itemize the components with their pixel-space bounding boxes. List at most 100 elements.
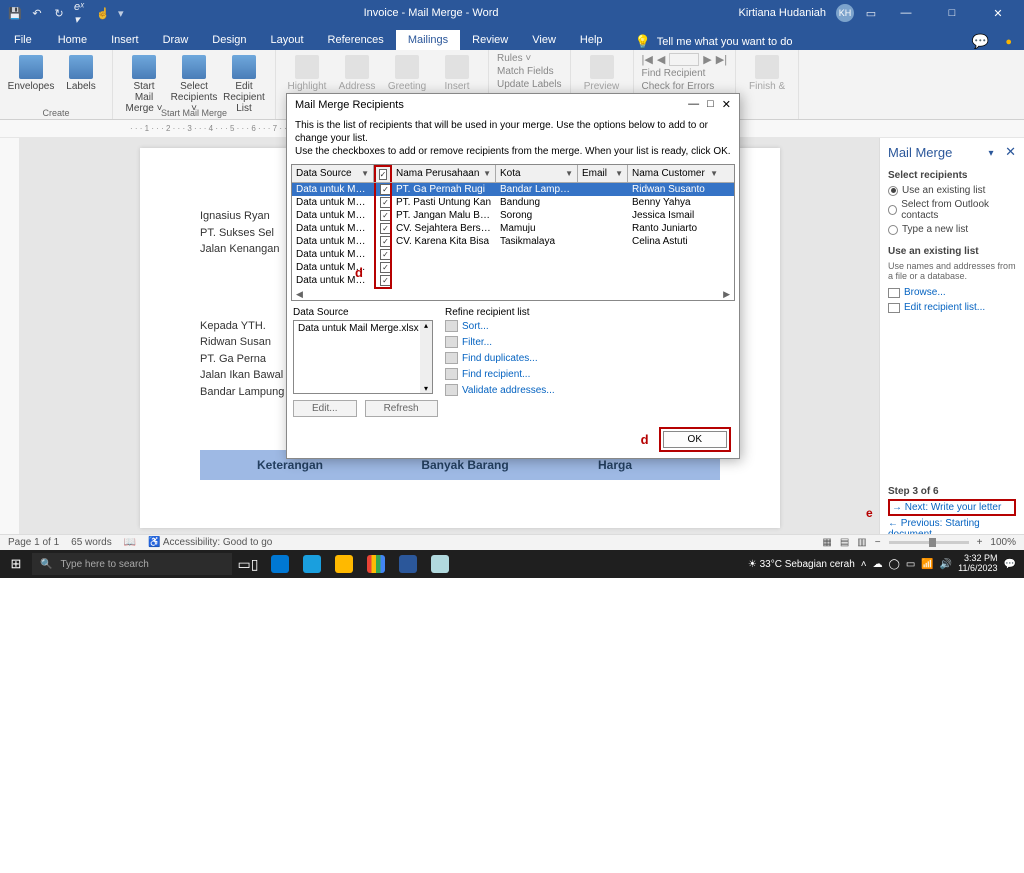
zoom-out-icon[interactable]: − xyxy=(875,537,881,548)
web-layout-icon[interactable]: ▥ xyxy=(857,537,866,548)
labels-button[interactable]: Labels xyxy=(58,53,104,94)
cell-checkbox[interactable]: ✓ xyxy=(374,261,392,274)
browse-link[interactable]: Browse... xyxy=(888,287,1016,298)
cell-checkbox[interactable]: ✓ xyxy=(374,209,392,222)
close-button[interactable]: ✕ xyxy=(980,0,1016,26)
cell-checkbox[interactable]: ✓ xyxy=(374,196,392,209)
edit-list-link[interactable]: Edit recipient list... xyxy=(888,302,1016,313)
tray-chevron-icon[interactable]: ˄ xyxy=(861,559,867,570)
tab-layout[interactable]: Layout xyxy=(259,30,316,50)
find-recipient-link[interactable]: Find recipient... xyxy=(445,368,733,380)
tab-review[interactable]: Review xyxy=(460,30,520,50)
start-mail-merge-button[interactable]: Start Mail Merge ˅ xyxy=(121,53,167,116)
tab-file[interactable]: File xyxy=(0,30,46,50)
taskbar-search[interactable]: 🔍 Type here to search xyxy=(32,553,232,575)
validate-link[interactable]: Validate addresses... xyxy=(445,384,733,396)
ribbon-options-icon[interactable]: ▭ xyxy=(864,6,878,20)
th-email[interactable]: Email▼ xyxy=(578,165,628,182)
page-indicator[interactable]: Page 1 of 1 xyxy=(8,537,59,548)
refresh-button[interactable]: Refresh xyxy=(365,400,438,417)
redo-icon[interactable]: ↻ xyxy=(52,6,66,20)
tab-draw[interactable]: Draw xyxy=(151,30,201,50)
taskbar-app[interactable] xyxy=(332,552,356,576)
sort-link[interactable]: Sort... xyxy=(445,320,733,332)
tab-home[interactable]: Home xyxy=(46,30,99,50)
cell-checkbox[interactable]: ✓ xyxy=(374,183,392,196)
tell-me-search[interactable]: 💡 Tell me what you want to do xyxy=(635,34,793,50)
notifications-icon[interactable]: 💬 xyxy=(1004,559,1016,570)
maximize-button[interactable]: □ xyxy=(934,0,970,26)
accessibility-status[interactable]: ♿ Accessibility: Good to go xyxy=(148,537,272,548)
tab-mailings[interactable]: Mailings xyxy=(396,30,460,50)
touch-icon[interactable]: ☝ xyxy=(96,6,110,20)
read-mode-icon[interactable]: ▦ xyxy=(822,537,831,548)
data-source-item[interactable]: Data untuk Mail Merge.xlsx xyxy=(298,323,419,334)
onedrive-icon[interactable]: ☁ xyxy=(873,559,883,570)
tab-view[interactable]: View xyxy=(520,30,568,50)
avatar[interactable]: KH xyxy=(836,4,854,22)
radio-outlook[interactable]: Select from Outlook contacts xyxy=(888,199,1016,221)
word-count[interactable]: 65 words xyxy=(71,537,112,548)
filter-link[interactable]: Filter... xyxy=(445,336,733,348)
radio-new-list[interactable]: Type a new list xyxy=(888,224,1016,235)
cell-checkbox[interactable]: ✓ xyxy=(374,235,392,248)
vertical-ruler[interactable] xyxy=(0,138,20,546)
zoom-slider[interactable] xyxy=(889,541,969,544)
table-row[interactable]: Data untuk Mail ...✓CV. Karena Kita Bisa… xyxy=(292,235,734,248)
comments-icon[interactable]: ● xyxy=(1005,36,1012,48)
wifi-icon[interactable]: 📶 xyxy=(921,559,933,570)
start-button[interactable]: ⊞ xyxy=(0,556,32,572)
edit-recipient-list-button[interactable]: Edit Recipient List xyxy=(221,53,267,116)
minimize-button[interactable]: — xyxy=(888,0,924,26)
cell-checkbox[interactable]: ✓ xyxy=(374,274,392,289)
taskbar-app[interactable] xyxy=(268,552,292,576)
th-checkbox[interactable]: ✓ xyxy=(374,165,392,182)
envelopes-button[interactable]: Envelopes xyxy=(8,53,54,94)
dialog-close-icon[interactable]: ✕ xyxy=(722,98,731,111)
undo-icon[interactable]: ↶ xyxy=(30,6,44,20)
select-recipients-button[interactable]: Select Recipients ˅ xyxy=(171,53,217,116)
radio-existing-list[interactable]: Use an existing list xyxy=(888,185,1016,196)
taskbar-app[interactable] xyxy=(428,552,452,576)
table-scrollbar[interactable]: ◀▶ xyxy=(292,289,734,300)
task-view-icon[interactable]: ▭▯ xyxy=(236,552,260,576)
tab-references[interactable]: References xyxy=(316,30,396,50)
ok-button[interactable]: OK xyxy=(663,431,727,448)
zoom-level[interactable]: 100% xyxy=(990,537,1016,548)
taskbar-word-icon[interactable] xyxy=(396,552,420,576)
data-source-listbox[interactable]: Data untuk Mail Merge.xlsx ▴▾ xyxy=(293,320,433,394)
th-nama-perusahaan[interactable]: Nama Perusahaan▼ xyxy=(392,165,496,182)
clock[interactable]: 3:32 PM 11/6/2023 xyxy=(958,554,997,574)
dialog-maximize-icon[interactable]: □ xyxy=(707,98,714,111)
dialog-minimize-icon[interactable]: — xyxy=(688,98,699,111)
chevron-down-icon[interactable]: ▾ xyxy=(988,148,993,159)
th-kota[interactable]: Kota▼ xyxy=(496,165,578,182)
taskbar-app[interactable] xyxy=(364,552,388,576)
weather-widget[interactable]: ☀ 33°C Sebagian cerah xyxy=(748,559,855,570)
language-icon[interactable]: 📖 xyxy=(124,537,136,548)
tab-help[interactable]: Help xyxy=(568,30,615,50)
edit-button[interactable]: Edit... xyxy=(293,400,357,417)
cell-checkbox[interactable]: ✓ xyxy=(374,248,392,261)
close-icon[interactable]: ✕ xyxy=(1005,144,1016,159)
battery-icon[interactable]: ▭ xyxy=(906,559,915,570)
tray-icon[interactable]: ◯ xyxy=(889,559,900,570)
zoom-in-icon[interactable]: + xyxy=(977,537,983,548)
share-icon[interactable]: 💬 xyxy=(972,33,989,50)
equation-icon[interactable]: eˣ ▾ xyxy=(74,6,88,20)
table-row[interactable]: Data untuk Mail ...✓PT. Ga Pernah RugiBa… xyxy=(292,183,734,196)
tab-design[interactable]: Design xyxy=(200,30,258,50)
print-layout-icon[interactable]: ▤ xyxy=(840,537,849,548)
find-duplicates-link[interactable]: Find duplicates... xyxy=(445,352,733,364)
tab-insert[interactable]: Insert xyxy=(99,30,151,50)
save-icon[interactable]: 💾 xyxy=(8,6,22,20)
table-row[interactable]: Data untuk Mail ...✓ xyxy=(292,248,734,261)
th-nama-customer[interactable]: Nama Customer▼ xyxy=(628,165,722,182)
th-data-source[interactable]: Data Source▼ xyxy=(292,165,374,182)
taskbar-app[interactable] xyxy=(300,552,324,576)
mm-next-link[interactable]: → Next: Write your letter xyxy=(888,499,1016,516)
table-row[interactable]: Data untuk Mail ...✓CV. Sejahtera Bersam… xyxy=(292,222,734,235)
table-row[interactable]: Data untuk Mail ...✓PT. Pasti Untung Kan… xyxy=(292,196,734,209)
table-row[interactable]: Data untuk Mail ...✓PT. Jangan Malu Bisn… xyxy=(292,209,734,222)
cell-checkbox[interactable]: ✓ xyxy=(374,222,392,235)
